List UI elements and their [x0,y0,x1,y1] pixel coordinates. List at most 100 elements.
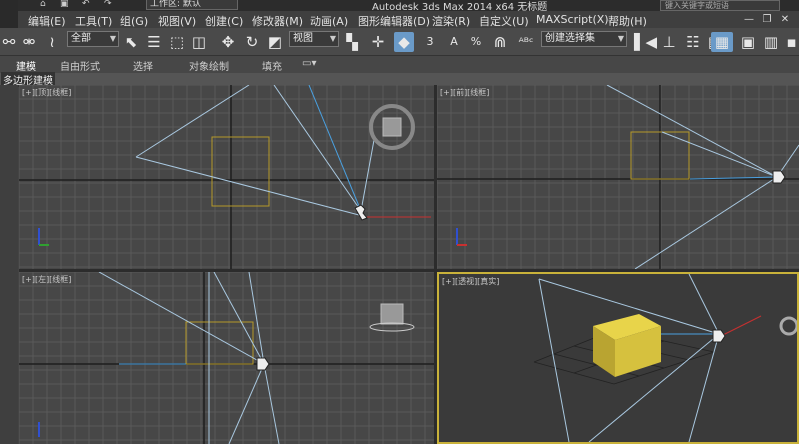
application-button[interactable] [0,0,18,28]
tab-selection[interactable]: 选择 [133,58,153,73]
use-pivot-center-icon[interactable]: ▚ [343,32,361,52]
quick-access-save-icon[interactable]: ▣ [60,0,69,11]
spinner-snap-icon[interactable]: ⋒ [490,32,510,52]
keyboard-shortcut-override-icon[interactable]: ◆ [394,32,414,52]
window-controls: — ❐ ✕ [740,12,798,27]
light-cone-edge [634,176,778,269]
light-cone-edge [360,139,375,212]
light-cone-edge [228,363,265,444]
viewport-label[interactable]: [+][顶][线框] [22,87,71,98]
viewcube [382,117,402,137]
menu-modifiers[interactable]: 修改器(M) [252,13,303,29]
select-and-rotate-icon[interactable]: ↻ [242,32,262,52]
select-by-name-icon[interactable]: ☰ [145,32,163,52]
box-wireframe [211,136,270,207]
render-icon[interactable]: ▪ [784,32,799,52]
camera-icon [772,170,786,184]
render-setup-icon[interactable]: ▥ [762,32,780,52]
mirror-icon[interactable]: ▌◀ [634,32,657,52]
window-crossing-icon[interactable]: ◫ [190,32,208,52]
selection-filter-value: 全部 [71,33,91,44]
left-dock-strip [0,85,18,444]
material-editor-icon[interactable]: ▣ [738,32,758,52]
select-and-move-icon[interactable]: ✥ [218,32,238,52]
redo-icon[interactable]: ↷ [104,0,112,11]
light-target-line [308,85,362,212]
menu-tools[interactable]: 工具(T) [75,13,112,29]
menu-maxscript[interactable]: MAXScript(X) [536,13,609,26]
menu-group[interactable]: 组(G) [120,13,148,29]
layer-manager-icon[interactable]: ☷ [684,32,702,52]
align-icon[interactable]: ⊥ [660,32,678,52]
menu-customize[interactable]: 自定义(U) [479,13,529,29]
angle-snap-icon[interactable]: A [444,32,464,52]
light-cone-edge [688,274,720,335]
snaps-toggle-icon[interactable]: 3 [420,32,440,52]
light-cone-edge [273,85,362,212]
menu-bar: 编辑(E) 工具(T) 组(G) 视图(V) 创建(C) 修改器(M) 动画(A… [0,11,799,28]
minimize-icon[interactable]: — [740,12,758,27]
select-and-scale-icon[interactable]: ◩ [265,32,285,52]
percent-snap-icon[interactable]: % [466,32,486,52]
light-cone-edge [538,278,570,442]
camera-icon [256,357,270,371]
ribbon-subpanel: 多边形建模 [0,72,799,87]
menu-help[interactable]: 帮助(H) [608,13,647,29]
app-title: Autodesk 3ds Max 2014 x64 无标题 [372,2,548,11]
tab-freeform[interactable]: 自由形式 [60,58,100,73]
viewport-label[interactable]: [+][透视][真实] [442,276,499,287]
grid [19,272,434,444]
menu-edit[interactable]: 编辑(E) [28,13,66,29]
viewport-perspective[interactable]: [+][透视][真实] [437,272,799,444]
axis-x-line [720,315,762,337]
viewport-left-canvas [19,272,434,444]
camera-icon [712,329,726,343]
menu-animation[interactable]: 动画(A) [310,13,348,29]
viewcube [380,303,404,325]
viewport-front-canvas [437,85,799,269]
curve-editor-icon[interactable]: ▦ [711,32,733,52]
named-selection-dropdown[interactable]: 创建选择集 ▼ [541,31,627,47]
camera-icon [354,204,368,221]
chevron-down-icon: ▼ [109,34,116,43]
tab-object-paint[interactable]: 对象绘制 [189,58,229,73]
edit-named-selection-icon[interactable]: ᴬᴮᶜ [516,32,536,52]
close-icon[interactable]: ✕ [776,12,794,27]
title-bar: ▭ ⌂ ▣ ↶ ↷ 工作区: 默认 Autodesk 3ds Max 2014 … [0,0,799,11]
ribbon-tabs: 建模 自由形式 选择 对象绘制 填充 ▭▾ [0,56,799,73]
rectangular-selection-icon[interactable]: ⬚ [168,32,186,52]
selection-filter-dropdown[interactable]: 全部 ▼ [67,31,119,47]
viewport-front[interactable]: [+][前][线框] [437,85,799,269]
tab-populate[interactable]: 填充 [262,58,282,73]
quick-access-open-icon[interactable]: ⌂ [40,0,46,11]
reference-coordinate-dropdown[interactable]: 视图 ▼ [289,31,339,47]
reference-coordinate-value: 视图 [293,33,313,44]
viewport-label[interactable]: [+][左][线框] [22,274,71,285]
grid [437,85,799,269]
main-toolbar: ⚯ ⚮ ≀ 全部 ▼ ⬉ ☰ ⬚ ◫ ✥ ↻ ◩ 视图 ▼ ▚ ✛ ◆ 3 A % … [0,28,799,56]
select-and-link-icon[interactable]: ⚯ [0,32,18,52]
restore-icon[interactable]: ❐ [758,12,776,27]
menu-graph-editors[interactable]: 图形编辑器(D) [358,13,430,29]
undo-icon[interactable]: ↶ [82,0,90,11]
grid [19,85,434,269]
viewport-label[interactable]: [+][前][线框] [440,87,489,98]
chevron-down-icon: ▼ [329,34,336,43]
viewport-left[interactable]: [+][左][线框] [19,272,434,444]
light-cone-edge [135,85,250,158]
select-object-icon[interactable]: ⬉ [122,32,140,52]
workspace-dropdown[interactable]: 工作区: 默认 [146,0,238,10]
viewcube-ring [779,316,797,336]
menu-rendering[interactable]: 渲染(R) [432,13,470,29]
menu-views[interactable]: 视图(V) [158,13,196,29]
tab-modeling[interactable]: 建模 [16,58,36,73]
bind-to-space-warp-icon[interactable]: ≀ [42,32,62,52]
menu-create[interactable]: 创建(C) [205,13,243,29]
search-input[interactable]: 键入关键字或短语 [660,0,780,11]
viewport-top-canvas [19,85,434,269]
unlink-icon[interactable]: ⚮ [20,32,38,52]
viewport-perspective-canvas [533,274,797,442]
select-and-manipulate-icon[interactable]: ✛ [368,32,388,52]
viewport-top[interactable]: [+][顶][线框] [19,85,434,269]
ribbon-options-icon[interactable]: ▭▾ [302,58,316,69]
